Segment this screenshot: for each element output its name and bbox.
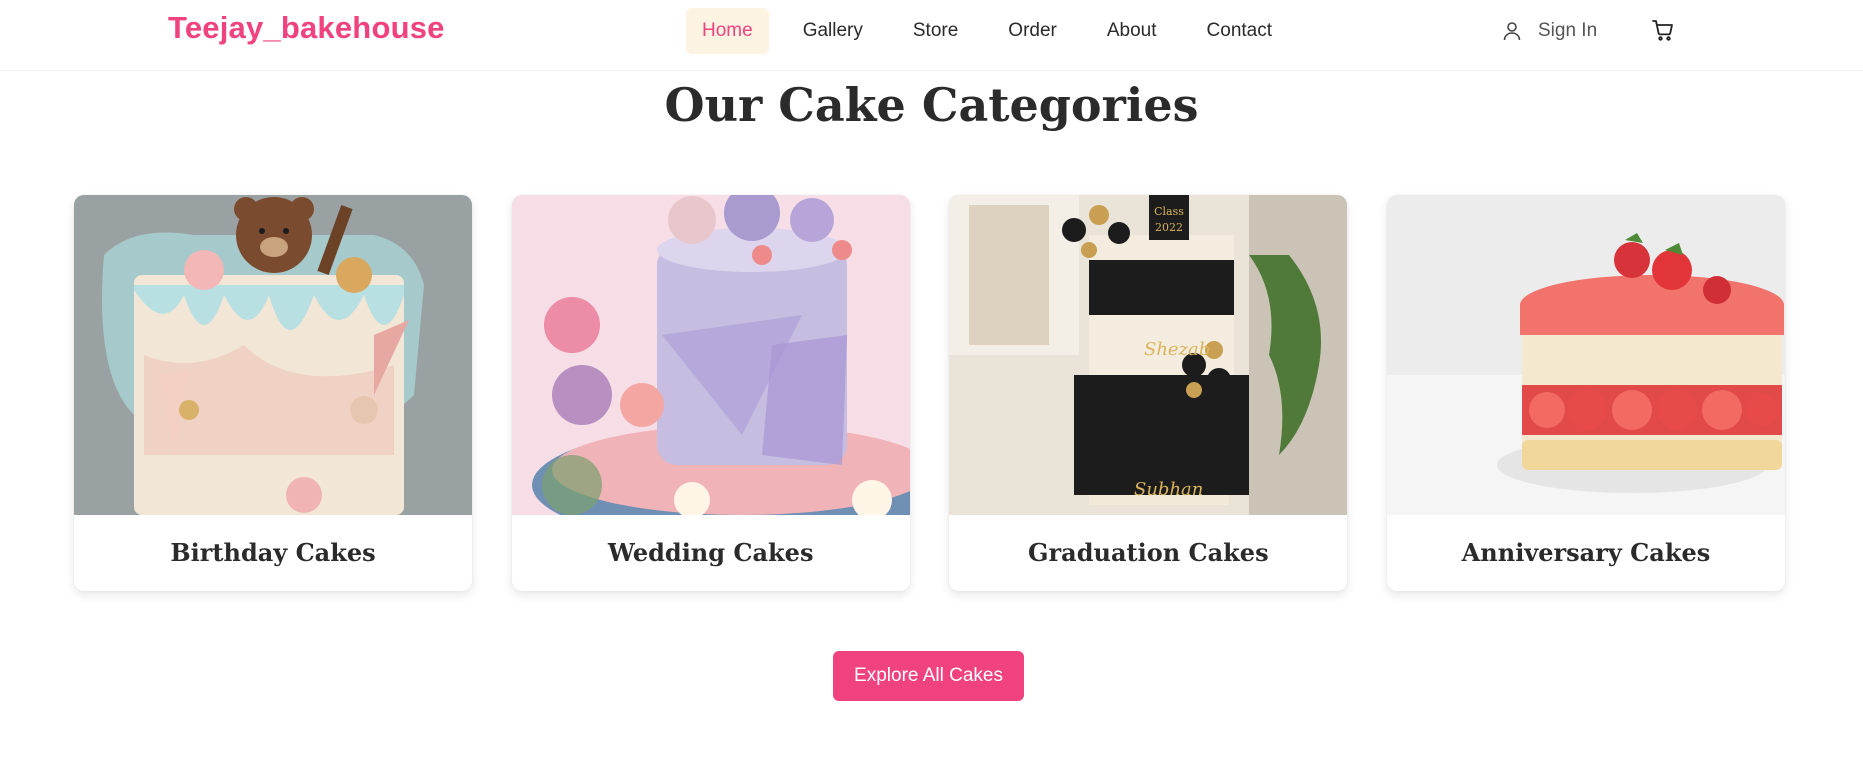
svg-text:Class: Class: [1154, 205, 1184, 218]
category-label: Birthday Cakes: [170, 538, 376, 567]
nav-item-gallery[interactable]: Gallery: [787, 8, 879, 54]
category-cards: Birthday Cakes Wedding Cakes Class 2022 …: [74, 195, 1785, 591]
cart-icon[interactable]: [1651, 18, 1675, 42]
category-card-wedding[interactable]: Wedding Cakes: [511, 195, 910, 591]
nav-item-about[interactable]: About: [1091, 8, 1173, 54]
explore-all-cakes-button[interactable]: Explore All Cakes: [833, 651, 1024, 701]
birthday-cake-image: [74, 195, 472, 515]
nav-item-contact[interactable]: Contact: [1191, 8, 1288, 54]
nav-item-store[interactable]: Store: [897, 8, 974, 54]
nav-item-home[interactable]: Home: [686, 8, 769, 54]
category-card-birthday[interactable]: Birthday Cakes: [74, 195, 472, 591]
wedding-cake-image: [511, 195, 910, 515]
sign-in-link[interactable]: Sign In: [1500, 16, 1597, 46]
sign-in-label: Sign In: [1538, 20, 1598, 41]
category-label: Graduation Cakes: [1028, 538, 1269, 567]
user-icon: [1503, 22, 1521, 41]
brand-logo[interactable]: Teejay_bakehouse: [168, 10, 445, 46]
svg-text:Shezab: Shezab: [1144, 339, 1210, 360]
main-nav: Home Gallery Store Order About Contact: [686, 8, 1288, 54]
anniversary-cake-image: [1386, 195, 1785, 515]
top-navbar: Teejay_bakehouse Home Gallery Store Orde…: [0, 0, 1863, 71]
svg-text:Subhan: Subhan: [1134, 479, 1203, 500]
svg-text:2022: 2022: [1155, 221, 1183, 234]
category-card-anniversary[interactable]: Anniversary Cakes: [1386, 195, 1785, 591]
category-label: Anniversary Cakes: [1461, 538, 1711, 567]
category-card-graduation[interactable]: Class 2022 Shezab Subhan Graduation Cake…: [949, 195, 1348, 591]
category-label: Wedding Cakes: [607, 538, 814, 567]
section-title: Our Cake Categories: [664, 78, 1199, 132]
nav-item-order[interactable]: Order: [992, 8, 1073, 54]
graduation-cake-image: Class 2022 Shezab Subhan: [949, 195, 1348, 515]
